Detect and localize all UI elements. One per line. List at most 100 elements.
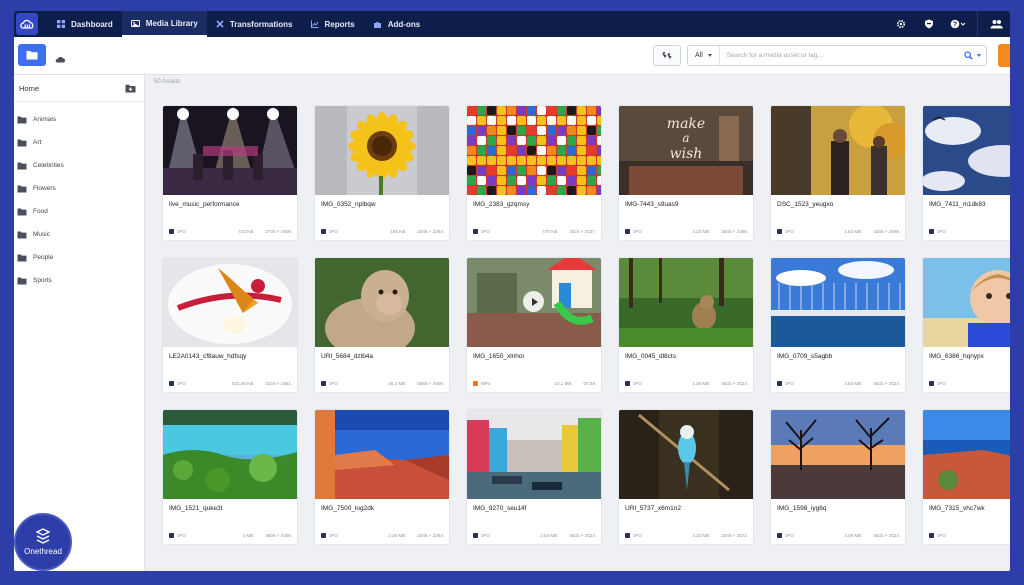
sidebar-item-flowers[interactable]: Flowers xyxy=(14,177,144,200)
asset-card[interactable]: IMG_1521_quke3t JPG 1 MB 4608 × 3456 xyxy=(163,410,297,544)
folder-icon xyxy=(17,231,27,238)
asset-card[interactable]: IMG_0352_nplbqw JPG 185 KB 2448 × 3264 xyxy=(315,106,449,240)
settings-gear-icon[interactable] xyxy=(887,11,915,37)
asset-dimensions: 2220 × 1551 xyxy=(265,381,291,386)
folder-icon xyxy=(26,51,38,60)
asset-card[interactable]: IMG_6386_hqnypx JPG808.55 KB xyxy=(923,258,1010,392)
asset-meta: JPG 3.23 MB 3840 × 2465 xyxy=(625,229,747,234)
sidebar-item-art[interactable]: Art xyxy=(14,131,144,154)
asset-card[interactable]: live_music_performance JPG 722 KB 2730 × 16… xyxy=(163,106,297,240)
asset-dimensions: 4032 × 3024 xyxy=(569,533,595,538)
upload-button[interactable] xyxy=(998,44,1010,67)
search-type-dropdown[interactable]: All xyxy=(688,46,720,65)
asset-thumbnail[interactable] xyxy=(771,106,905,195)
sidebar-item-food[interactable]: Food xyxy=(14,200,144,223)
search-icon[interactable] xyxy=(964,51,973,60)
asset-card[interactable]: make a wish IMG-7443_s9uas9 JPG 3.23 MB 3840 ×… xyxy=(619,106,753,240)
asset-type: JPG xyxy=(777,229,794,234)
asset-thumbnail[interactable] xyxy=(923,106,1010,195)
asset-thumbnail[interactable] xyxy=(163,106,297,195)
asset-card[interactable]: IMG_0045_dl8cts JPG 1.36 MB 4032 × 3024 xyxy=(619,258,753,392)
asset-meta: JPG808.55 KB xyxy=(929,381,1010,386)
asset-name: IMG_2383_gzqmsy xyxy=(473,201,530,208)
nav-transformations[interactable]: Transformations xyxy=(207,11,302,37)
asset-thumbnail[interactable] xyxy=(315,258,449,347)
folder-list: Animals Art Celebrities Flowers Food Music Peo… xyxy=(14,102,144,292)
help-icon[interactable]: ? xyxy=(943,11,973,37)
asset-card[interactable]: IMG_7315_vhc7wk JPG2.77 MB xyxy=(923,410,1010,544)
asset-thumbnail[interactable] xyxy=(923,410,1010,499)
svg-text:?: ? xyxy=(953,22,957,29)
asset-type-label: JPG xyxy=(329,229,338,234)
asset-thumbnail[interactable] xyxy=(315,410,449,499)
asset-name: IMG_0352_nplbqw xyxy=(321,201,376,208)
asset-type: JPG xyxy=(169,381,186,386)
image-icon xyxy=(625,381,630,386)
asset-thumbnail[interactable] xyxy=(163,258,297,347)
asset-thumbnail[interactable] xyxy=(467,258,601,347)
sidebar-item-sports[interactable]: Sports xyxy=(14,269,144,292)
asset-thumbnail[interactable] xyxy=(467,410,601,499)
asset-card[interactable]: DSC_1523_yeugxo JPG 1.82 MB 4288 × 2848 xyxy=(771,106,905,240)
users-icon[interactable] xyxy=(982,11,1010,37)
asset-card[interactable]: IMG_9270_seu14f JPG 2.04 MB 4032 × 3024 xyxy=(467,410,601,544)
asset-type: JPG xyxy=(169,229,186,234)
folder-view-button[interactable] xyxy=(18,44,46,66)
sidebar-item-animals[interactable]: Animals xyxy=(14,108,144,131)
asset-card[interactable]: IMG_1650_xlnhoi MP4 10.1 MB 00:46 xyxy=(467,258,601,392)
sidebar-item-people[interactable]: People xyxy=(14,246,144,269)
asset-thumbnail[interactable]: make a wish xyxy=(619,106,753,195)
sidebar-item-label: Animals xyxy=(33,116,57,123)
add-folder-icon[interactable] xyxy=(125,84,136,93)
asset-thumbnail[interactable] xyxy=(771,258,905,347)
asset-card[interactable]: IMG_0709_s5agbb JPG 3.83 MB 4032 × 3024 xyxy=(771,258,905,392)
play-icon[interactable] xyxy=(523,291,544,312)
onethread-logo-icon xyxy=(35,528,51,544)
search-options-chevron-icon[interactable] xyxy=(977,54,981,57)
svg-text:make: make xyxy=(667,116,705,132)
nav-media-library[interactable]: Media Library xyxy=(121,11,207,37)
cloud-view-button[interactable] xyxy=(55,50,66,68)
asset-card[interactable]: IMG_7411_m1dk83 JPG744 KB xyxy=(923,106,1010,240)
asset-thumbnail[interactable] xyxy=(315,106,449,195)
filter-toggle-button[interactable] xyxy=(653,45,681,66)
cloudinary-logo-icon[interactable] xyxy=(16,13,38,35)
sidebar-home[interactable]: Home xyxy=(14,75,144,102)
asset-card[interactable]: IMG_7500_log2dk JPG 2.20 MB 2448 × 3264 xyxy=(315,410,449,544)
sidebar-item-music[interactable]: Music xyxy=(14,223,144,246)
asset-thumbnail[interactable] xyxy=(923,258,1010,347)
asset-card[interactable]: URI_5737_x6m1n2 JPG 3.32 MB 2049 × 3072 xyxy=(619,410,753,544)
search-input[interactable] xyxy=(719,52,964,59)
asset-count: 50 Assets xyxy=(154,79,181,85)
nav-dashboard[interactable]: Dashboard xyxy=(48,11,122,37)
asset-type: JPG xyxy=(321,381,338,386)
nav-reports[interactable]: Reports xyxy=(302,11,364,37)
folder-icon xyxy=(17,162,27,169)
asset-card[interactable]: IMG_1598_iyg6q JPG 3.09 MB 4032 × 3024 xyxy=(771,410,905,544)
search-type-value: All xyxy=(695,52,703,59)
asset-name: IMG_7411_m1dk83 xyxy=(929,201,986,208)
asset-type: MP4 xyxy=(473,381,490,386)
sidebar-item-celebrities[interactable]: Celebrities xyxy=(14,154,144,177)
asset-size: 185 KB xyxy=(390,229,406,234)
asset-name: IMG_0709_s5agbb xyxy=(777,353,833,360)
asset-meta: MP4 10.1 MB 00:46 xyxy=(473,381,595,386)
asset-card[interactable]: URI_5684_dzlb4a JPG 16.2 MB 5668 × 4000 xyxy=(315,258,449,392)
asset-dimensions: 2730 × 1608 xyxy=(265,229,291,234)
nav-add-ons[interactable]: Add-ons xyxy=(364,11,429,37)
asset-thumbnail[interactable] xyxy=(467,106,601,195)
svg-text:a: a xyxy=(682,131,689,145)
asset-card[interactable]: LE2A0143_cf8auw_hdfsqy JPG 522.36 KB 2220 ×… xyxy=(163,258,297,392)
asset-meta: JPG 185 KB 2448 × 3264 xyxy=(321,229,443,234)
asset-thumbnail[interactable] xyxy=(771,410,905,499)
asset-card[interactable]: IMG_2383_gzqmsy JPG 770 KB 3024 × 2037 xyxy=(467,106,601,240)
notifications-shield-icon[interactable] xyxy=(915,11,943,37)
asset-type: JPG xyxy=(777,381,794,386)
asset-type: JPG xyxy=(929,381,946,386)
transformations-icon xyxy=(216,20,224,28)
asset-thumbnail[interactable] xyxy=(163,410,297,499)
asset-thumbnail[interactable] xyxy=(619,410,753,499)
onethread-badge: Onethread xyxy=(14,513,72,571)
onethread-label: Onethread xyxy=(24,547,62,556)
asset-thumbnail[interactable] xyxy=(619,258,753,347)
